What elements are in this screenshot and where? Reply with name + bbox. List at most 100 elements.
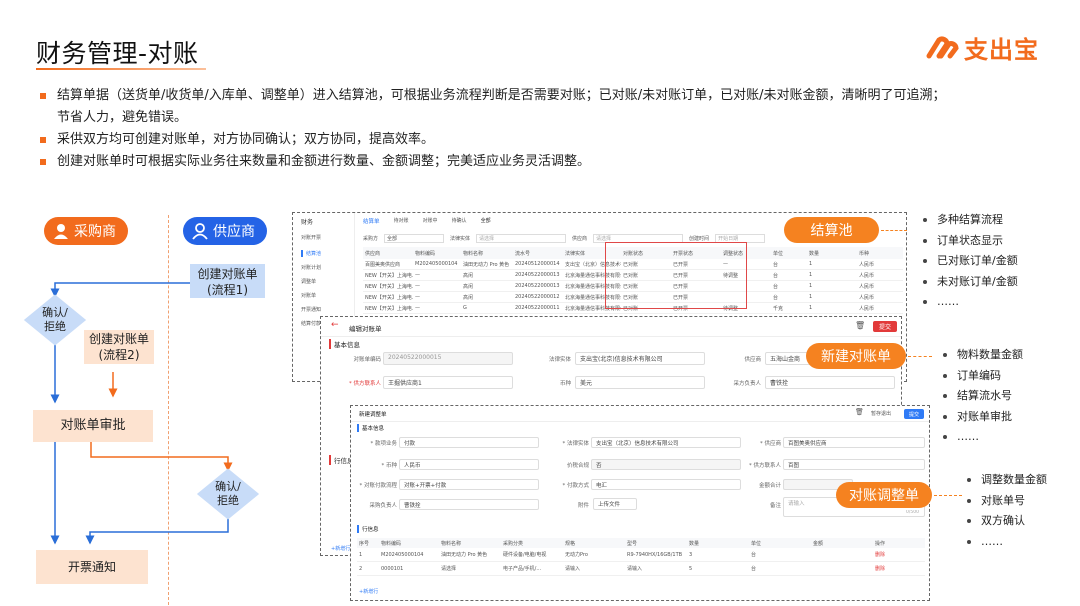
adjust-contact-select[interactable]: 百图	[783, 459, 925, 470]
adjust-currency-select[interactable]: 人民币	[399, 459, 539, 470]
pool-table-cell: 人民币	[859, 261, 875, 268]
adjust-column-header: 物料编码	[381, 540, 402, 547]
adjust-buyer-label: 采购负责人	[369, 503, 397, 509]
pool-table-cell: 人民币	[859, 283, 875, 290]
back-icon[interactable]: ←	[331, 320, 339, 330]
sidebar-item-adjust[interactable]: 调整单	[301, 278, 346, 285]
adjust-table-cell: 5	[689, 565, 693, 572]
adjust-buyer-select[interactable]: 曹铁拴	[399, 499, 539, 510]
pool-column-header: 供应商	[365, 250, 381, 257]
pool-table-cell: 1	[809, 272, 813, 278]
pool-table-cell: NEW【开关】上海电...	[365, 283, 413, 290]
trash-icon[interactable]: 🗑	[855, 321, 865, 330]
statement-annotations: 物料数量金额 订单编码 结算流水号 对账单审批 ……	[942, 345, 1023, 448]
adjust-basic-section: 基本信息	[357, 424, 384, 432]
statement-anno-3: 结算流水号	[942, 386, 1023, 407]
adjust-entity-select[interactable]: 支出宝（北京）信息技术有限公司	[591, 437, 741, 448]
filter-date-label: 创建时间	[689, 235, 710, 242]
logo-mark-icon	[926, 36, 959, 58]
filter-buyer-label: 采购方	[363, 235, 379, 242]
adjust-column-header: 物料名称	[441, 540, 462, 547]
tab-confirm[interactable]: 待确认	[452, 217, 467, 225]
pool-table-cell: 高闲	[463, 283, 474, 290]
pool-table-cell: 人民币	[859, 272, 875, 279]
filter-entity-select[interactable]: 请选择	[476, 233, 567, 243]
pool-table-cell: —	[415, 283, 420, 289]
sidebar-item-recon[interactable]: 对账开票	[301, 234, 346, 241]
pool-annotations: 多种结算流程 订单状态显示 已对账订单/金额 未对账订单/金额 ……	[922, 210, 1018, 313]
pool-table-cell: NEW【开关】上海电...	[365, 294, 413, 301]
settle-pool-tag: 结算池	[784, 217, 879, 243]
adjust-tax-field: 否	[591, 459, 741, 470]
buyer-create-box: 创建对账单 (流程2)	[84, 330, 154, 364]
pool-column-header: 单位	[773, 250, 784, 257]
adjust-table-cell: 1	[359, 551, 363, 558]
pool-table-cell: 台	[773, 283, 779, 290]
adjust-table-row[interactable]: 1 M202405000104 油田无动力 Pro 黄色 硬件设备/电脑/电视 无动力P…	[357, 548, 925, 562]
pool-table-cell: 油田无动力 Pro 黄色	[463, 261, 510, 268]
pool-tabs: 结算单 待对账 对账中 待确认 全部	[363, 217, 491, 225]
delete-row-button[interactable]: 删除	[873, 565, 925, 572]
pool-column-header: 流水号	[515, 250, 531, 257]
statement-anno-4: 对账单审批	[942, 407, 1023, 428]
statement-supplier-label: 供应商	[744, 357, 761, 363]
pool-table-cell: 20240522000012	[515, 294, 560, 300]
adjust-supplier-select[interactable]: 百图美奥供应商	[783, 437, 925, 448]
adjust-add-row[interactable]: +新增行	[359, 588, 378, 595]
pool-anno-5: ……	[922, 292, 1018, 313]
pool-column-header: 物料编码	[415, 250, 436, 257]
new-statement-tag: 新建对账单	[806, 343, 906, 369]
tab-ongoing[interactable]: 对账中	[423, 217, 438, 225]
adjust-tax-label: 价税合规	[566, 463, 589, 469]
statement-entity-select[interactable]: 支出宝(北京)信息技术有限公司	[575, 352, 705, 365]
statement-currency-select[interactable]: 美元	[575, 376, 705, 389]
adjust-table-row[interactable]: 2 0000101 请选择 电子产品/手机/... 请输入 请输入 5 台 删除	[357, 562, 925, 576]
adjust-table-cell: 2	[359, 565, 363, 572]
sidebar-item-plan[interactable]: 对账计划	[301, 264, 346, 271]
adjust-anno-2: 对账单号	[966, 491, 1047, 512]
adjust-anno-4: ……	[966, 532, 1047, 553]
tab-pending[interactable]: 待对账	[394, 217, 409, 225]
pool-table-cell: 20240512000014	[515, 261, 560, 267]
adjust-tag-connector	[934, 495, 962, 496]
adjust-flow-select[interactable]: 对账+开票+付款	[399, 479, 539, 490]
statement-buyer-select[interactable]: 曹铁拴	[765, 376, 895, 389]
pool-table-cell: 台	[773, 294, 779, 301]
adjust-draft-button[interactable]: 暂存退出	[871, 410, 891, 417]
review-box: 对账单审批	[33, 410, 153, 442]
adjust-column-header: 规格	[565, 540, 576, 547]
pool-table-cell: 1	[809, 294, 813, 300]
sidebar-item-statement[interactable]: 对账单	[301, 292, 346, 299]
statement-title: 编辑对账单	[349, 325, 382, 333]
adjust-table: 序号 物料编码 物料名称 采购分类 规格 型号 数量 单位 金额 操作 1 M20240500010…	[357, 538, 925, 576]
tab-all[interactable]: 全部	[481, 217, 491, 225]
adjust-trash-icon[interactable]: 🗑	[855, 408, 864, 416]
pool-table-cell: 20240522000013	[515, 283, 560, 289]
statement-code-label: 对账单编码	[353, 357, 381, 363]
sidebar-item-invoice[interactable]: 开票通知	[301, 306, 346, 313]
statement-add-row[interactable]: +新增行	[331, 545, 350, 552]
adjust-type-select[interactable]: 付款	[399, 437, 539, 448]
statement-submit-button[interactable]: 提交	[873, 321, 897, 332]
filter-buyer-select[interactable]: 全部	[384, 233, 445, 243]
adjust-contact-label: * 供方联系人	[749, 463, 781, 469]
adjust-column-header: 型号	[627, 540, 638, 547]
pool-table-cell: NEW【开关】上海电...	[365, 305, 413, 312]
adjust-submit-button[interactable]: 提交	[904, 409, 924, 419]
adjust-paymethod-select[interactable]: 电汇	[591, 479, 741, 490]
invoice-notice-box: 开票通知	[36, 550, 148, 584]
statement-contact-select[interactable]: 王掘供应商1	[383, 376, 513, 389]
pool-table-cell: 千克	[773, 305, 784, 312]
statement-header: ← 编辑对账单 🗑 提交	[321, 317, 901, 337]
adjust-anno-3: 双方确认	[966, 511, 1047, 532]
tab-settle[interactable]: 结算单	[363, 217, 380, 225]
adjust-amount-label: 金额合计	[758, 483, 781, 489]
pool-table-cell: 1	[809, 261, 813, 267]
delete-row-button[interactable]: 删除	[873, 551, 925, 558]
sidebar-item-pool[interactable]: 结算池	[301, 250, 346, 257]
adjust-upload-button[interactable]: 上传文件	[593, 498, 637, 510]
adjust-attach-label: 附件	[577, 503, 589, 509]
adjust-table-cell: 3	[689, 551, 693, 558]
adjust-tag: 对账调整单	[836, 482, 932, 508]
pool-table-cell: G	[463, 305, 467, 311]
